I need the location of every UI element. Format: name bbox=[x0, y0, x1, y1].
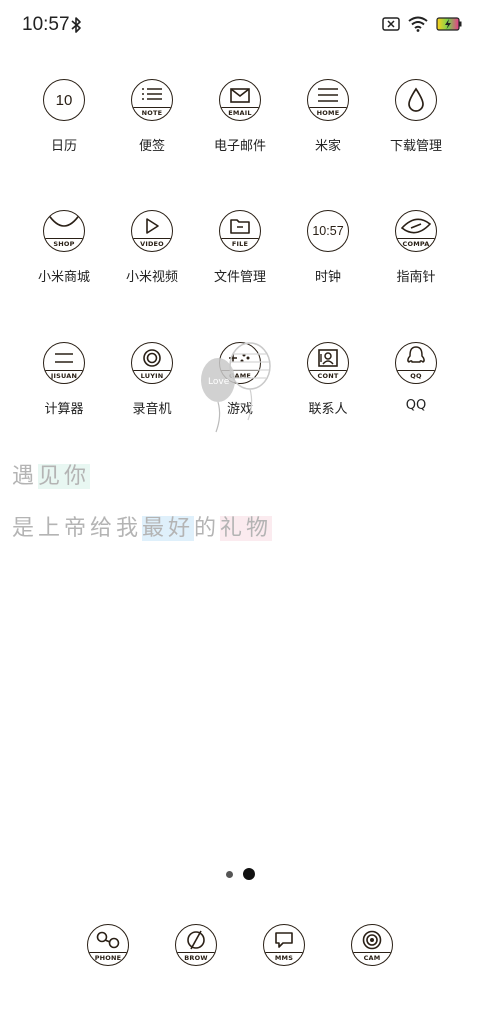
quote-segment: 是上帝给我 bbox=[12, 516, 143, 541]
app-notes[interactable]: NOTE 便签 bbox=[108, 76, 196, 166]
dock-messages[interactable]: MMS bbox=[240, 922, 328, 968]
calendar-day-number: 10 bbox=[55, 91, 73, 109]
app-label: 指南针 bbox=[396, 270, 436, 285]
app-badge-text: CONT bbox=[308, 370, 348, 383]
app-label: QQ bbox=[405, 398, 427, 413]
app-mi-store[interactable]: SHOP 小米商城 bbox=[20, 207, 108, 297]
app-badge-text: COMPA bbox=[396, 238, 436, 251]
app-label: 电子邮件 bbox=[213, 139, 266, 154]
app-badge-text: MMS bbox=[264, 952, 304, 965]
quote-line-1: 遇见你 bbox=[12, 458, 91, 490]
dock: PHONE BROW MMS CAM bbox=[64, 922, 416, 968]
app-badge-text: FILE bbox=[220, 238, 260, 251]
app-email[interactable]: EMAIL 电子邮件 bbox=[196, 76, 284, 166]
app-badge-text: EMAIL bbox=[220, 107, 260, 120]
quote-char-highlight: 你 bbox=[64, 464, 91, 489]
dock-browser[interactable]: BROW bbox=[152, 922, 240, 968]
quote-char-highlight: 见 bbox=[38, 464, 65, 489]
page-indicator[interactable] bbox=[226, 868, 255, 880]
lens-icon: CAM bbox=[351, 924, 393, 966]
wifi-icon bbox=[408, 16, 428, 32]
quote-segment-highlight: 礼物 bbox=[220, 516, 273, 541]
app-badge-text: BROW bbox=[176, 952, 216, 965]
app-label: 米家 bbox=[314, 139, 341, 154]
status-bar: 10:57 bbox=[0, 0, 480, 52]
status-time: 10:57 bbox=[22, 14, 70, 35]
folder-icon: FILE bbox=[219, 210, 261, 252]
app-file-manager[interactable]: FILE 文件管理 bbox=[196, 207, 284, 297]
app-label: 小米商城 bbox=[37, 270, 90, 285]
app-label: 便签 bbox=[138, 139, 165, 154]
dock-phone[interactable]: PHONE bbox=[64, 922, 152, 968]
battery-charging-icon bbox=[436, 17, 462, 31]
app-label: 计算器 bbox=[44, 402, 84, 417]
clock-time-text: 10:57 bbox=[312, 224, 344, 238]
quote-char: 遇 bbox=[12, 464, 39, 489]
compass-eye-icon: COMPA bbox=[395, 210, 437, 252]
bluetooth-icon bbox=[71, 17, 81, 33]
quote-segment: 的 bbox=[194, 516, 221, 541]
drop-icon bbox=[395, 79, 437, 121]
page-dot-1[interactable] bbox=[226, 870, 233, 878]
app-clock[interactable]: 10:57 时钟 bbox=[284, 207, 372, 297]
page-dot-2-active[interactable] bbox=[243, 868, 255, 880]
app-badge-text: SHOP bbox=[44, 238, 84, 251]
app-badge-text: LUYIN bbox=[132, 370, 172, 383]
record-icon: LUYIN bbox=[131, 342, 173, 384]
calendar-icon: 10 bbox=[43, 79, 85, 121]
app-row-1: 10 日历 NOTE 便签 EMAIL 电子邮件 HOME 米家 下载管理 bbox=[20, 76, 460, 166]
app-downloads[interactable]: 下载管理 bbox=[372, 76, 460, 166]
app-calendar[interactable]: 10 日历 bbox=[20, 76, 108, 166]
app-badge-text: VIDEO bbox=[132, 238, 172, 251]
sim-missing-icon bbox=[382, 17, 400, 31]
phone-icon: PHONE bbox=[87, 924, 129, 966]
app-label: 联系人 bbox=[308, 402, 348, 417]
app-recorder[interactable]: LUYIN 录音机 bbox=[108, 339, 196, 429]
app-label: 下载管理 bbox=[389, 139, 442, 154]
quote-line-2: 是上帝给我最好的礼物 bbox=[12, 510, 273, 542]
list-icon: NOTE bbox=[131, 79, 173, 121]
contact-card-icon: CONT bbox=[307, 342, 349, 384]
slash-circle-icon: BROW bbox=[175, 924, 217, 966]
app-label: 日历 bbox=[50, 139, 77, 154]
app-qq[interactable]: QQ QQ bbox=[372, 339, 460, 429]
dock-camera[interactable]: CAM bbox=[328, 922, 416, 968]
balloon-love-text: Love bbox=[208, 377, 230, 387]
status-icons bbox=[382, 16, 462, 32]
penguin-icon: QQ bbox=[395, 342, 437, 384]
app-label: 文件管理 bbox=[213, 270, 266, 285]
chat-bubble-icon: MMS bbox=[263, 924, 305, 966]
app-mihome[interactable]: HOME 米家 bbox=[284, 76, 372, 166]
app-badge-text: CAM bbox=[352, 952, 392, 965]
app-calculator[interactable]: JISUAN 计算器 bbox=[20, 339, 108, 429]
app-row-2: SHOP 小米商城 VIDEO 小米视频 FILE 文件管理 10:57 时钟 bbox=[20, 207, 460, 297]
app-label: 小米视频 bbox=[125, 270, 178, 285]
app-badge-text: HOME bbox=[308, 107, 348, 120]
bowl-icon: SHOP bbox=[43, 210, 85, 252]
balloon-decoration: Love bbox=[201, 342, 271, 433]
clock-icon: 10:57 bbox=[307, 210, 349, 252]
quote-segment-highlight: 最好 bbox=[142, 516, 195, 541]
app-label: 时钟 bbox=[314, 270, 341, 285]
envelope-icon: EMAIL bbox=[219, 79, 261, 121]
equals-icon: JISUAN bbox=[43, 342, 85, 384]
app-badge-text: PHONE bbox=[88, 952, 128, 965]
app-badge-text: JISUAN bbox=[44, 370, 84, 383]
app-mi-video[interactable]: VIDEO 小米视频 bbox=[108, 207, 196, 297]
app-compass[interactable]: COMPA 指南针 bbox=[372, 207, 460, 297]
home-lines-icon: HOME bbox=[307, 79, 349, 121]
app-label: 录音机 bbox=[132, 402, 172, 417]
app-contacts[interactable]: CONT 联系人 bbox=[284, 339, 372, 429]
play-icon: VIDEO bbox=[131, 210, 173, 252]
app-badge-text: NOTE bbox=[132, 107, 172, 120]
app-badge-text: QQ bbox=[396, 370, 436, 383]
